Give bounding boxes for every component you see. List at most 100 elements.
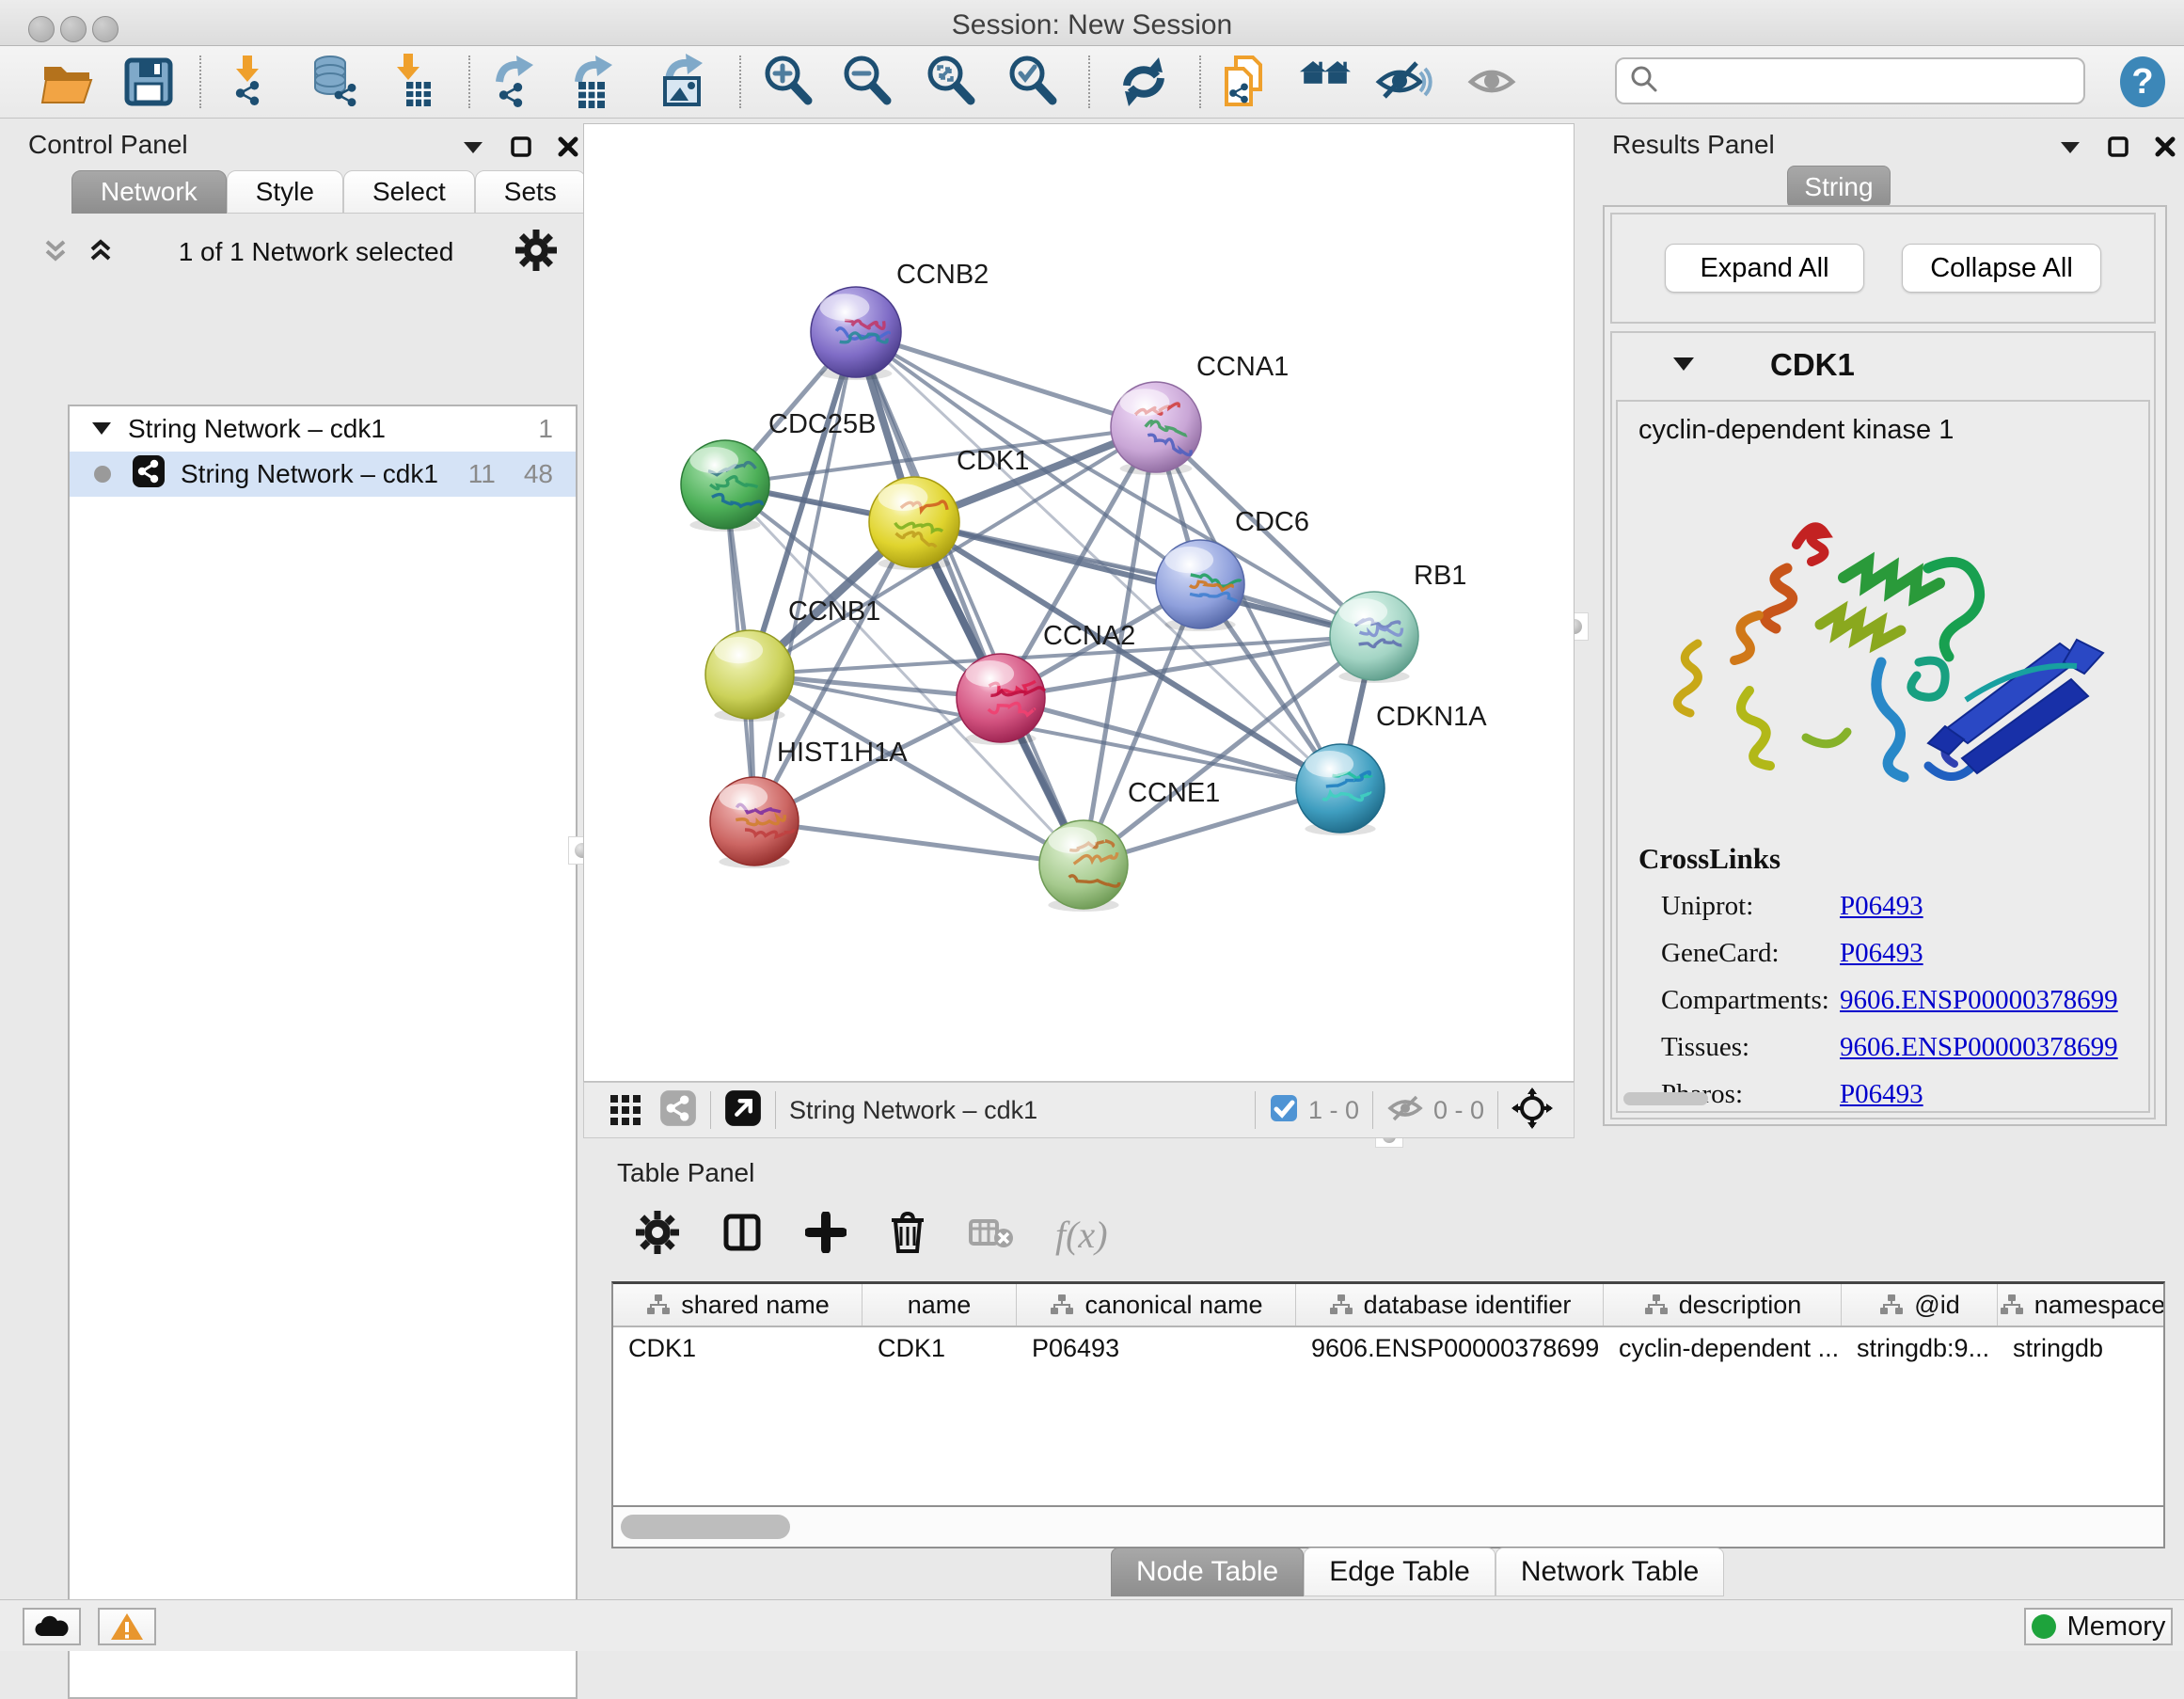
network-share-gray-icon[interactable] — [659, 1089, 697, 1132]
import-network-file-icon[interactable] — [219, 52, 279, 112]
crosslink-link[interactable]: 9606.ENSP00000378699 — [1840, 1032, 2118, 1063]
network-label: String Network – cdk1 — [181, 459, 438, 489]
search-box[interactable] — [1615, 57, 2085, 104]
collapse-all-tree-icon[interactable] — [40, 234, 71, 271]
results-hscrollbar[interactable] — [1623, 1092, 1708, 1105]
network-node-HIST1H1A[interactable]: HIST1H1A — [710, 738, 908, 868]
hidden-eye-icon[interactable] — [1386, 1093, 1424, 1128]
hide-selected-icon[interactable] — [1373, 52, 1433, 112]
column-header-database-identifier[interactable]: database identifier — [1296, 1284, 1604, 1326]
crosslink-link[interactable]: P06493 — [1840, 1079, 1923, 1110]
open-in-window-icon[interactable] — [724, 1089, 762, 1132]
network-canvas[interactable]: CCNB2 CCNA1 CDC25B CDK1 CDC6 RB1 CCNB1 C… — [583, 123, 1575, 1082]
network-row-selected[interactable]: String Network – cdk1 11 48 — [70, 452, 576, 497]
crosslink-link[interactable]: P06493 — [1840, 891, 1923, 922]
birdseye-icon[interactable] — [1511, 1088, 1553, 1134]
tab-network[interactable]: Network — [71, 170, 227, 214]
tab-string[interactable]: String — [1787, 166, 1891, 209]
tab-sets[interactable]: Sets — [475, 170, 586, 214]
table-options-gear-icon[interactable] — [636, 1211, 679, 1259]
show-all-icon[interactable] — [1465, 52, 1526, 112]
expand-all-tree-icon[interactable] — [85, 234, 117, 271]
export-table-icon[interactable] — [565, 52, 625, 112]
close-panel-icon[interactable] — [557, 135, 579, 163]
table-hscrollbar-thumb[interactable] — [621, 1515, 790, 1539]
table-cell[interactable]: P06493 — [1017, 1327, 1296, 1369]
network-options-gear-icon[interactable] — [515, 230, 557, 276]
column-header-shared-name[interactable]: shared name — [613, 1284, 863, 1326]
grid-view-icon[interactable] — [609, 1091, 642, 1130]
tab-select[interactable]: Select — [343, 170, 475, 214]
search-input[interactable] — [1660, 66, 2068, 97]
table-row[interactable]: CDK1CDK1P064939606.ENSP00000378699cyclin… — [613, 1327, 2163, 1369]
import-network-database-icon[interactable] — [306, 52, 366, 112]
column-header-namespace[interactable]: namespace — [1998, 1284, 2165, 1326]
export-network-icon[interactable] — [486, 52, 546, 112]
table-cell[interactable]: CDK1 — [613, 1327, 863, 1369]
warnings-button[interactable] — [98, 1608, 156, 1645]
zoom-fit-icon[interactable] — [922, 52, 982, 112]
delete-column-icon[interactable] — [888, 1210, 927, 1260]
table-cell[interactable]: stringdb — [1998, 1327, 2165, 1369]
cloud-button[interactable] — [23, 1608, 81, 1645]
help-button[interactable]: ? — [2114, 54, 2171, 115]
delete-table-icon[interactable] — [969, 1214, 1014, 1256]
network-collection-row[interactable]: String Network – cdk1 1 — [70, 406, 576, 452]
network-edge[interactable] — [914, 522, 1374, 636]
table-hscrollbar[interactable] — [611, 1507, 2165, 1548]
table-cell[interactable]: 9606.ENSP00000378699 — [1296, 1327, 1604, 1369]
expand-all-button[interactable]: Expand All — [1665, 244, 1864, 293]
network-node-CCNB1[interactable]: CCNB1 — [705, 596, 880, 722]
results-menu-icon[interactable] — [2058, 137, 2082, 161]
node-label-RB1: RB1 — [1414, 561, 1466, 591]
network-edge[interactable] — [856, 332, 1156, 427]
toolbar-separator — [739, 56, 741, 108]
float-panel-icon[interactable] — [510, 135, 532, 163]
network-node-RB1[interactable]: RB1 — [1330, 561, 1466, 683]
table-cell[interactable]: cyclin-dependent ... — [1604, 1327, 1842, 1369]
crosslink-link[interactable]: P06493 — [1840, 938, 1923, 969]
results-close-icon[interactable] — [2154, 135, 2176, 163]
collapse-triangle-icon[interactable] — [90, 414, 113, 444]
tab-node-table[interactable]: Node Table — [1111, 1548, 1304, 1596]
refresh-icon[interactable] — [1114, 52, 1174, 112]
node-label-CDKN1A: CDKN1A — [1376, 702, 1487, 732]
network-node-CCNA1[interactable]: CCNA1 — [1111, 352, 1289, 475]
results-float-icon[interactable] — [2107, 135, 2129, 163]
first-neighbors-icon[interactable] — [1296, 52, 1356, 112]
show-columns-icon[interactable] — [720, 1211, 764, 1259]
tab-edge-table[interactable]: Edge Table — [1304, 1548, 1496, 1596]
toolbar-separator — [199, 56, 201, 108]
add-column-icon[interactable] — [805, 1212, 847, 1258]
column-header-canonical-name[interactable]: canonical name — [1017, 1284, 1296, 1326]
column-header--id[interactable]: @id — [1842, 1284, 1998, 1326]
selected-checkbox-icon[interactable] — [1269, 1093, 1299, 1128]
crosslink-link[interactable]: 9606.ENSP00000378699 — [1840, 985, 2118, 1016]
network-node-CDKN1A[interactable]: CDKN1A — [1296, 702, 1487, 835]
network-node-CCNE1[interactable]: CCNE1 — [1039, 778, 1220, 912]
table-toolbar: f(x) — [636, 1201, 2141, 1267]
column-header-name[interactable]: name — [863, 1284, 1017, 1326]
network-edge[interactable] — [754, 821, 1084, 865]
import-table-icon[interactable] — [380, 52, 440, 112]
gene-collapse-triangle-icon[interactable] — [1670, 353, 1697, 378]
column-header-description[interactable]: description — [1604, 1284, 1842, 1326]
open-session-icon[interactable] — [37, 52, 97, 112]
network-node-CDC25B[interactable]: CDC25B — [681, 409, 876, 532]
save-session-icon[interactable] — [119, 52, 179, 112]
export-image-icon[interactable] — [654, 52, 714, 112]
zoom-out-icon[interactable] — [838, 52, 898, 112]
crosslink-label: Tissues: — [1661, 1032, 1840, 1063]
zoom-in-icon[interactable] — [759, 52, 819, 112]
memory-button[interactable]: Memory — [2024, 1608, 2173, 1645]
tab-style[interactable]: Style — [227, 170, 343, 214]
function-builder-icon[interactable]: f(x) — [1055, 1213, 1108, 1257]
clone-network-icon[interactable] — [1215, 52, 1275, 112]
zoom-selected-icon[interactable] — [1004, 52, 1064, 112]
panel-menu-icon[interactable] — [461, 137, 485, 161]
collapse-all-button[interactable]: Collapse All — [1902, 244, 2101, 293]
network-edge[interactable] — [856, 332, 1084, 865]
tab-network-table[interactable]: Network Table — [1496, 1548, 1725, 1596]
table-cell[interactable]: CDK1 — [863, 1327, 1017, 1369]
table-cell[interactable]: stringdb:9... — [1842, 1327, 1998, 1369]
